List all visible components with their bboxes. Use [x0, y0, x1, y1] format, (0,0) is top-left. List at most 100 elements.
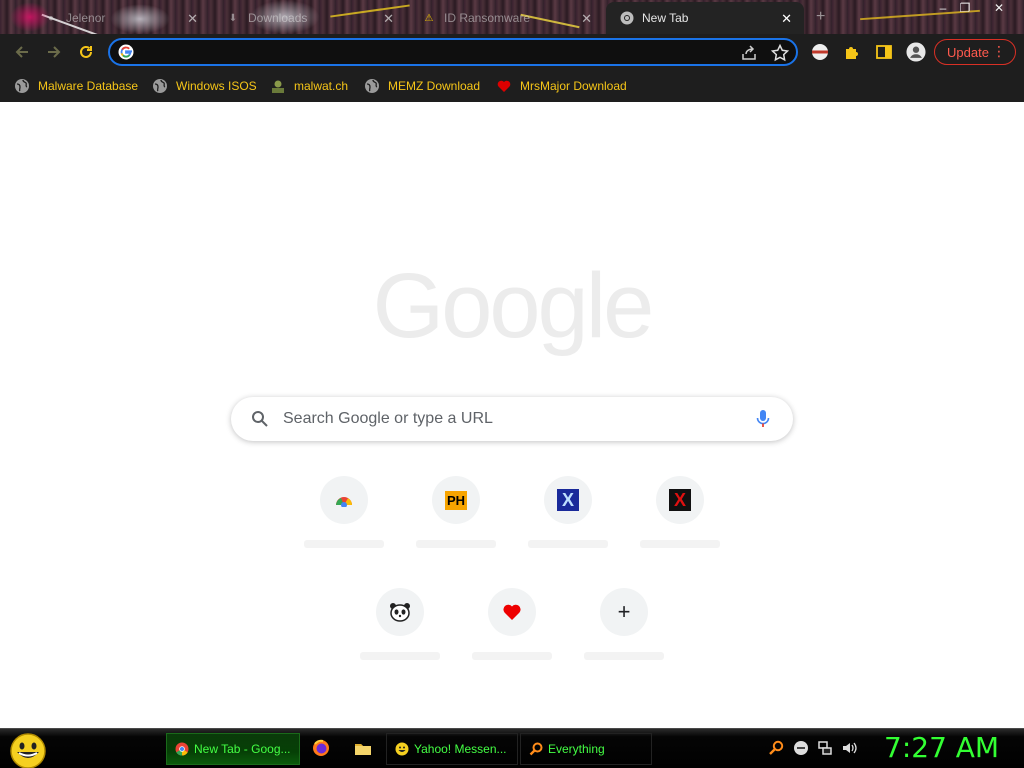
- minus-circle-icon: [794, 741, 808, 755]
- taskbar-item-chrome[interactable]: New Tab - Goog...: [166, 733, 300, 765]
- file-explorer-quicklaunch[interactable]: [354, 739, 372, 757]
- search-placeholder: Search Google or type a URL: [283, 410, 493, 427]
- magnifier-icon: [529, 742, 543, 756]
- download-icon: ⬇: [228, 12, 238, 24]
- chrome-web-store-icon: [320, 476, 368, 524]
- tab[interactable]: ● Jelenor ✕: [30, 2, 210, 34]
- panda-icon: [376, 588, 424, 636]
- globe-icon: [365, 79, 379, 93]
- shortcut-badge: X: [669, 489, 691, 511]
- taskbar-clock[interactable]: 7:27 AM: [884, 731, 999, 764]
- ntp-search-box[interactable]: Search Google or type a URL: [231, 397, 793, 441]
- chrome-icon: [620, 11, 634, 25]
- shortcut-label: [640, 540, 720, 548]
- puzzle-icon: [846, 47, 858, 59]
- speaker-icon: [843, 742, 857, 754]
- folder-icon: [355, 744, 371, 755]
- address-input[interactable]: [146, 43, 726, 61]
- bookmark-label: MrsMajor Download: [520, 79, 627, 93]
- toolbar: Update ⋮: [0, 34, 1024, 70]
- reload-icon: [80, 45, 92, 58]
- tab-new-tab[interactable]: New Tab ✕: [606, 2, 804, 34]
- flag-circle-icon: [812, 44, 828, 60]
- back-button[interactable]: [10, 40, 34, 64]
- update-label: Update: [947, 44, 989, 60]
- ph-icon: PH: [432, 476, 480, 524]
- heart-icon: [497, 80, 511, 92]
- tab[interactable]: ⬇ Downloads ✕: [212, 2, 406, 34]
- tab-favicon-icon: ●: [47, 12, 55, 24]
- new-tab-button[interactable]: +: [816, 8, 825, 26]
- close-icon[interactable]: ✕: [781, 11, 792, 27]
- shortcut-tile[interactable]: PH: [400, 476, 512, 588]
- side-panel-button[interactable]: [874, 42, 894, 62]
- shortcut-label: [584, 652, 664, 660]
- bookmarks-bar: Malware Database Windows ISOS malwat.ch …: [0, 70, 1024, 102]
- shortcut-tile[interactable]: X: [512, 476, 624, 588]
- globe-icon: [15, 79, 29, 93]
- bookmark-item[interactable]: malwat.ch: [270, 76, 348, 96]
- tab-title: Jelenor: [66, 11, 106, 25]
- smiley-start-icon: [10, 733, 46, 768]
- taskbar-item-label: Everything: [548, 742, 605, 756]
- bookmark-item[interactable]: Windows ISOS: [152, 76, 257, 96]
- close-window-button[interactable]: ✕: [984, 1, 1014, 15]
- new-tab-page: Google Search Google or type a URL PH X: [0, 102, 1024, 728]
- bookmark-label: malwat.ch: [294, 79, 349, 93]
- shortcut-label: [360, 652, 440, 660]
- reload-button[interactable]: [74, 40, 98, 64]
- tray-everything[interactable]: [768, 740, 784, 756]
- heart-icon: [488, 588, 536, 636]
- bookmark-item[interactable]: Malware Database: [14, 76, 138, 96]
- firefox-icon: [313, 739, 329, 756]
- tab-title: New Tab: [642, 11, 689, 25]
- shortcut-badge: X: [557, 489, 579, 511]
- share-icon[interactable]: [740, 44, 758, 62]
- shortcut-tile[interactable]: [288, 476, 400, 588]
- microphone-icon[interactable]: [755, 409, 771, 429]
- bookmark-item[interactable]: MrsMajor Download: [496, 76, 627, 96]
- taskbar-item-yahoo[interactable]: Yahoo! Messen...: [386, 733, 518, 765]
- tab-strip: ● Jelenor ✕ ⬇ Downloads ✕ ⚠ ID Ransomwar…: [0, 0, 1024, 34]
- add-shortcut-icon: +: [600, 588, 648, 636]
- tray-network[interactable]: [817, 740, 833, 756]
- bookmark-item[interactable]: MEMZ Download: [364, 76, 480, 96]
- tray-volume[interactable]: [841, 740, 857, 756]
- shortcut-tile[interactable]: X: [624, 476, 736, 588]
- restore-button[interactable]: ❐: [950, 1, 980, 15]
- smiley-icon: [395, 742, 409, 756]
- taskbar-item-everything[interactable]: Everything: [520, 733, 652, 765]
- start-button[interactable]: [8, 732, 48, 768]
- bookmark-label: Malware Database: [38, 79, 139, 93]
- avatar-icon: [906, 42, 926, 62]
- malwatch-icon: [272, 80, 284, 93]
- tray-status[interactable]: [793, 740, 809, 756]
- taskbar-item-label: New Tab - Goog...: [194, 742, 291, 756]
- red-x-icon: X: [656, 476, 704, 524]
- bookmark-label: Windows ISOS: [176, 79, 257, 93]
- address-bar[interactable]: [108, 38, 798, 66]
- extension-button[interactable]: [810, 42, 830, 62]
- shortcut-tile[interactable]: [456, 588, 568, 700]
- extensions-button[interactable]: [842, 42, 862, 62]
- bookmark-star-icon[interactable]: [770, 43, 790, 63]
- tab[interactable]: ⚠ ID Ransomware ✕: [408, 2, 604, 34]
- profile-button[interactable]: [906, 42, 926, 62]
- firefox-quicklaunch[interactable]: [312, 739, 330, 757]
- plus-label: +: [617, 599, 631, 624]
- update-button[interactable]: Update ⋮: [934, 39, 1016, 65]
- shortcut-tile[interactable]: [344, 588, 456, 700]
- add-shortcut-button[interactable]: +: [568, 588, 680, 700]
- tab-title: ID Ransomware: [444, 11, 531, 25]
- close-icon[interactable]: ✕: [187, 11, 198, 27]
- chrome-icon: [175, 742, 189, 756]
- kebab-menu-icon[interactable]: ⋮: [992, 44, 1006, 58]
- forward-button[interactable]: [42, 40, 66, 64]
- close-icon[interactable]: ✕: [383, 11, 394, 27]
- close-icon[interactable]: ✕: [581, 11, 592, 27]
- shortcut-badge: PH: [444, 490, 468, 510]
- shortcut-label: [416, 540, 496, 548]
- shortcut-label: [528, 540, 608, 548]
- taskbar-item-label: Yahoo! Messen...: [414, 742, 507, 756]
- magnifier-icon: [769, 740, 784, 755]
